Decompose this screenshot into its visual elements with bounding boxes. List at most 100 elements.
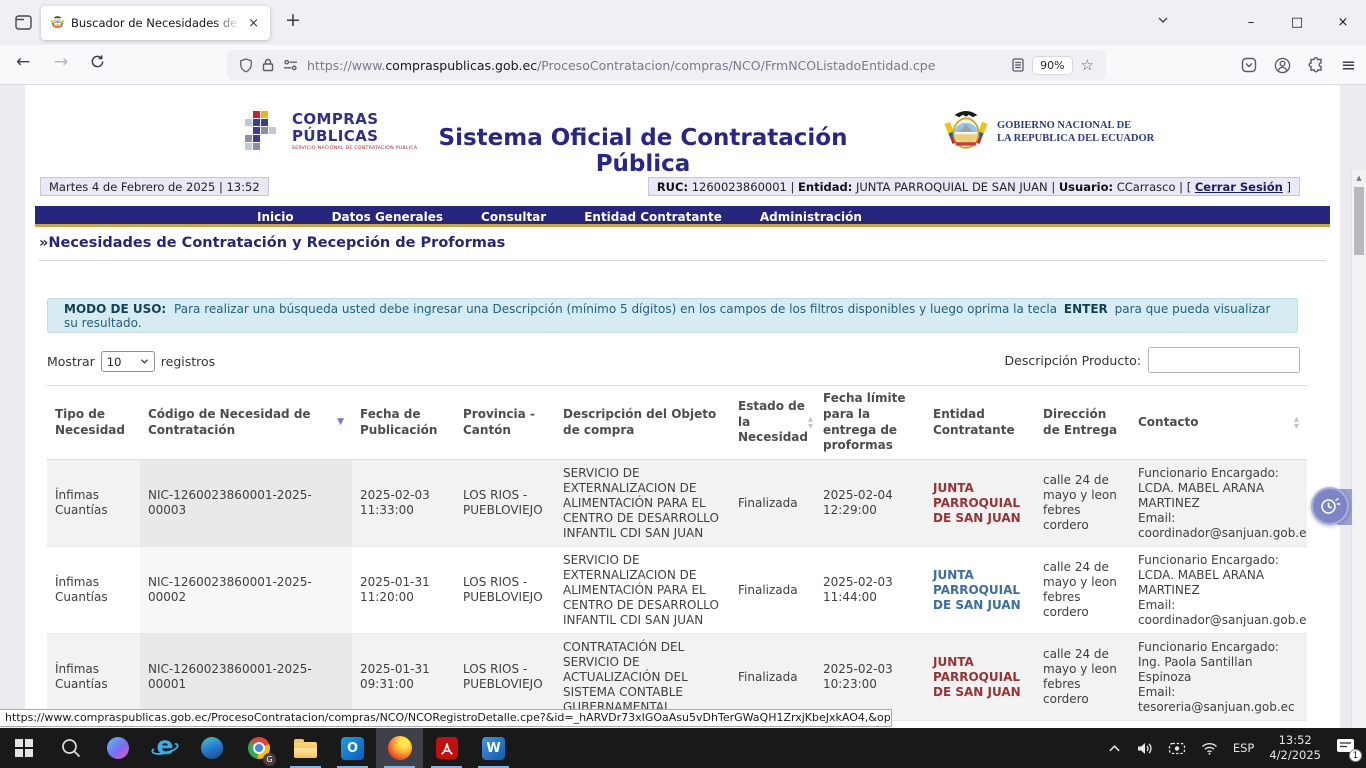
taskbar-word-button[interactable]: W [470,728,517,768]
zoom-level-badge[interactable]: 90% [1033,57,1071,74]
language-indicator[interactable]: ESP [1233,741,1255,755]
compras-publicas-logo: COMPRAS PÚBLICAS SERVICIO NACIONAL DE CO… [244,111,417,155]
notification-center-button[interactable]: 1 [1336,738,1358,758]
tray-date: 4/2/2025 [1269,748,1321,763]
site-favicon [50,15,65,31]
column-header-estado[interactable]: Estado de la Necesidad▲▼ [730,386,815,459]
windows-taskbar: e G O W ESP 13:52 4/2/2025 1 [0,728,1366,768]
url-text[interactable]: https://www.compraspublicas.gob.ec/Proce… [307,58,1003,73]
pocket-icon[interactable] [1241,57,1257,73]
filter-label: Descripción Producto: [1005,353,1141,368]
menu-hamburger-icon[interactable]: ≡ [1341,55,1356,76]
nav-item-administración[interactable]: Administración [743,208,879,226]
taskbar-copilot-button[interactable] [94,728,141,768]
start-button[interactable] [0,728,47,768]
taskbar-clock[interactable]: 13:52 4/2/2025 [1269,733,1321,763]
cell-provincia: LOS RIOS - PUEBLOVIEJO [455,482,555,524]
contact-line: Funcionario Encargado: LCDA. MABEL ARANA… [1138,466,1299,511]
column-header-fecha_limite[interactable]: Fecha límite para la entrega de proforma… [815,386,925,459]
close-button[interactable]: × [1320,0,1366,45]
copilot-icon [107,737,129,759]
bookmark-star-icon[interactable]: ☆ [1081,56,1094,74]
column-label: Fecha de Publicación [360,407,447,438]
table-row: Ínfimas CuantíasNIC-1260023860001-2025-0… [47,634,1307,721]
gov-line2: LA REPUBLICA DEL ECUADOR [997,132,1154,145]
new-tab-button[interactable]: + [280,9,306,31]
government-logo: GOBIERNO NACIONAL DE LA REPUBLICA DEL EC… [943,107,1154,157]
taskbar-acrobat-button[interactable] [423,728,470,768]
volume-icon[interactable] [1136,741,1153,756]
taskbar-edge-button[interactable] [188,728,235,768]
page-scrollbar[interactable]: ▲ ▼ [1351,170,1366,728]
column-header-provincia[interactable]: Provincia - Cantón [455,386,555,459]
cell-fecha_pub: 2025-01-31 11:20:00 [352,569,455,611]
clock-widget-button[interactable] [1311,487,1349,525]
tracking-shield-icon[interactable] [239,58,253,73]
list-tabs-icon[interactable] [1156,13,1170,27]
tab-close-icon[interactable]: × [246,16,261,31]
product-description-input[interactable] [1148,347,1300,373]
url-bar[interactable]: https://www.compraspublicas.gob.ec/Proce… [227,50,1106,80]
cell-contacto: Funcionario Encargado: LCDA. MABEL ARANA… [1130,547,1307,634]
maximize-button[interactable]: □ [1274,0,1320,45]
wifi-icon[interactable] [1201,741,1218,755]
cell-provincia: LOS RIOS - PUEBLOVIEJO [455,569,555,611]
scrollbar-thumb[interactable] [1354,187,1364,255]
sort-both-icon: ▲▼ [1294,416,1299,430]
cell-estado: Finalizada [730,490,815,517]
firefox-view-icon[interactable] [11,10,35,34]
permissions-icon[interactable] [283,59,298,71]
nav-item-datos-generales[interactable]: Datos Generales [315,208,460,226]
entity-link[interactable]: JUNTA PARROQUIAL DE SAN JUAN [933,655,1021,699]
meet-now-icon[interactable] [1168,741,1186,756]
column-label: Provincia - Cantón [463,407,547,438]
account-icon[interactable] [1274,57,1291,74]
taskbar-outlook-button[interactable]: O [329,728,376,768]
nav-item-entidad-contratante[interactable]: Entidad Contratante [567,208,739,226]
cell-descripcion: SERVICIO DE EXTERNALIZACION DE ALIMENTAC… [555,547,730,634]
taskbar-search-button[interactable] [47,728,94,768]
taskbar-internet-explorer-button[interactable]: e [141,728,188,768]
usage-info-box: MODO DE USO: Para realizar una búsqueda … [47,298,1298,333]
browser-tab[interactable]: Buscador de Necesidades de Co × [41,6,270,40]
back-button[interactable]: ← [16,52,30,72]
entity-link[interactable]: JUNTA PARROQUIAL DE SAN JUAN [933,481,1021,525]
scroll-up-icon[interactable]: ▲ [1352,170,1366,185]
minimize-button[interactable]: – [1228,0,1274,45]
table-header-row: Tipo de NecesidadCódigo de Necesidad de … [47,386,1307,460]
sort-desc-icon: ▼ [337,417,344,429]
web-page: COMPRAS PÚBLICAS SERVICIO NACIONAL DE CO… [0,85,1366,728]
main-navigation: InicioDatos GeneralesConsultarEntidad Co… [35,206,1330,227]
nav-item-consultar[interactable]: Consultar [464,208,563,226]
column-label: Estado de la Necesidad [738,399,808,446]
column-header-contacto[interactable]: Contacto▲▼ [1130,386,1307,459]
search-icon [60,737,82,759]
nav-item-inicio[interactable]: Inicio [240,208,311,226]
clock-icon [1318,494,1342,518]
tray-chevron-up-icon[interactable] [1108,743,1121,754]
entity-link[interactable]: JUNTA PARROQUIAL DE SAN JUAN [933,568,1021,612]
logo-mosaic-icon [244,111,284,155]
column-header-codigo[interactable]: Código de Necesidad de Contratación▼ [140,386,352,459]
forward-button[interactable]: → [54,52,68,72]
reload-button[interactable] [90,54,105,69]
column-header-direccion[interactable]: Dirección de Entrega [1035,386,1130,459]
column-header-entidad[interactable]: Entidad Contratante [925,386,1035,459]
file-explorer-icon [294,742,317,758]
column-header-fecha_pub[interactable]: Fecha de Publicación [352,386,455,459]
records-per-page-select[interactable]: 10 [101,351,155,372]
column-header-descripcion[interactable]: Descripción del Objeto de compra [555,386,730,459]
reader-view-icon[interactable] [1012,58,1024,72]
extensions-icon[interactable] [1308,57,1324,73]
taskbar-file-explorer-button[interactable] [282,728,329,768]
taskbar-chrome-button[interactable]: G [235,728,282,768]
product-filter: Descripción Producto: [1005,347,1300,373]
cell-codigo: NIC-1260023860001-2025-00003 [140,460,352,546]
lock-icon[interactable] [262,58,274,72]
logout-link[interactable]: Cerrar Sesión [1195,180,1283,194]
system-tray: ESP 13:52 4/2/2025 1 [1108,733,1366,763]
page-title: Sistema Oficial de Contratación Pública [423,125,863,177]
column-header-tipo[interactable]: Tipo de Necesidad [47,386,140,459]
taskbar-firefox-button[interactable] [376,728,423,768]
cell-estado: Finalizada [730,577,815,604]
